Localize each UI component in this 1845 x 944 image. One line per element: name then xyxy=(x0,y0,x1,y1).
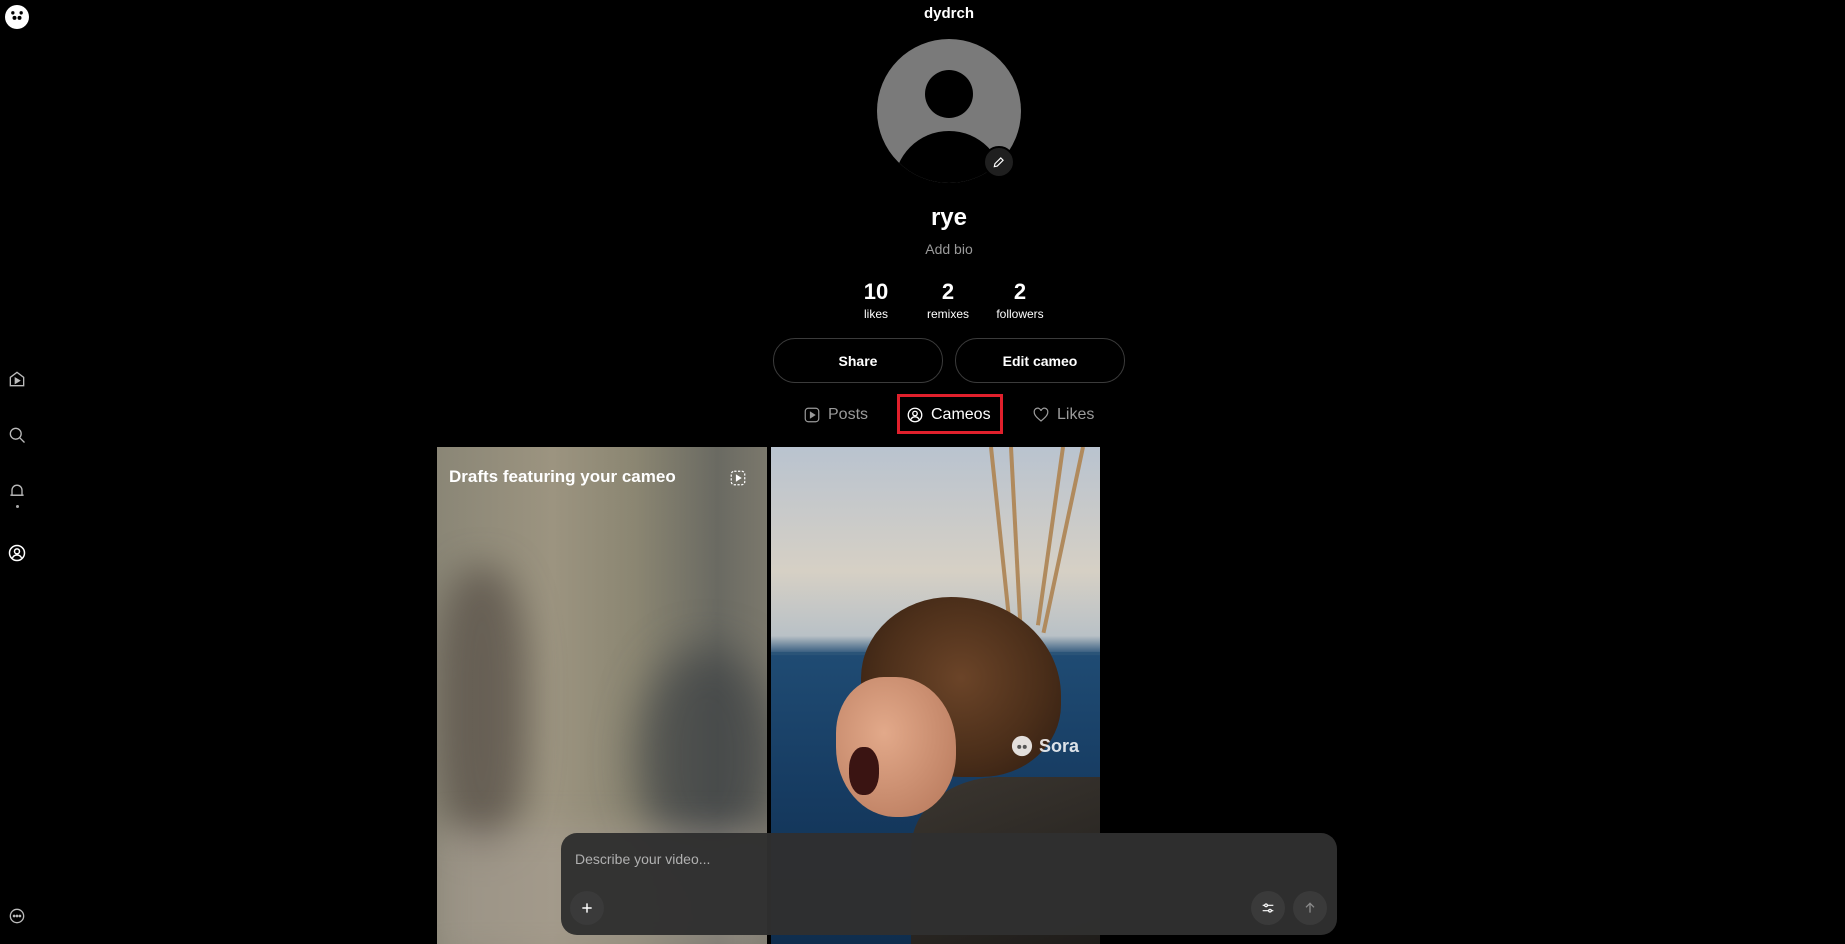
tab-label: Posts xyxy=(828,406,869,423)
settings-button[interactable] xyxy=(1251,891,1285,925)
stat-label: followers xyxy=(996,307,1044,321)
tab-likes[interactable]: Likes xyxy=(1032,397,1094,433)
play-square-icon xyxy=(804,407,820,423)
tab-cameos[interactable]: Cameos xyxy=(906,397,991,433)
sora-logo-icon[interactable] xyxy=(5,5,29,29)
user-circle-icon xyxy=(907,407,923,423)
prompt-bar xyxy=(561,833,1337,935)
profile-icon[interactable] xyxy=(6,542,28,564)
drafts-title: Drafts featuring your cameo xyxy=(449,467,676,486)
edit-avatar-button[interactable] xyxy=(983,146,1015,178)
watermark-text: Sora xyxy=(1039,735,1080,756)
describe-video-input[interactable] xyxy=(575,851,1175,867)
stat-label: remixes xyxy=(926,307,969,321)
submit-button[interactable] xyxy=(1293,891,1327,925)
share-button[interactable]: Share xyxy=(773,338,943,383)
edit-cameo-button[interactable]: Edit cameo xyxy=(955,338,1125,383)
drafts-icon xyxy=(730,470,746,486)
notification-dot xyxy=(16,505,19,508)
more-icon[interactable] xyxy=(6,905,28,927)
sliders-icon xyxy=(1262,903,1274,913)
stat-label: likes xyxy=(863,307,888,321)
tab-label: Cameos xyxy=(931,406,991,423)
plus-icon xyxy=(582,903,592,913)
sora-logo-icon xyxy=(1011,735,1033,757)
add-bio-link[interactable]: Add bio xyxy=(849,241,1049,257)
stat-value: 10 xyxy=(863,279,889,304)
display-name: rye xyxy=(930,204,968,231)
search-icon[interactable] xyxy=(6,424,28,446)
tab-label: Likes xyxy=(1057,406,1095,423)
heart-icon xyxy=(1033,407,1049,422)
stat-value: 2 xyxy=(941,279,955,304)
arrow-up-icon xyxy=(1305,902,1315,913)
add-button[interactable] xyxy=(570,891,604,925)
tab-posts[interactable]: Posts xyxy=(803,397,868,433)
bell-icon[interactable] xyxy=(6,480,28,502)
pencil-icon xyxy=(993,157,1004,168)
header-username: dydrch xyxy=(923,5,974,22)
sora-watermark: Sora xyxy=(1011,735,1079,757)
home-play-icon[interactable] xyxy=(6,368,28,390)
stat-likes: 10 likes xyxy=(836,279,916,321)
stat-value: 2 xyxy=(1013,279,1027,304)
stat-followers[interactable]: 2 followers xyxy=(980,279,1060,321)
stat-remixes: 2 remixes xyxy=(908,279,988,321)
